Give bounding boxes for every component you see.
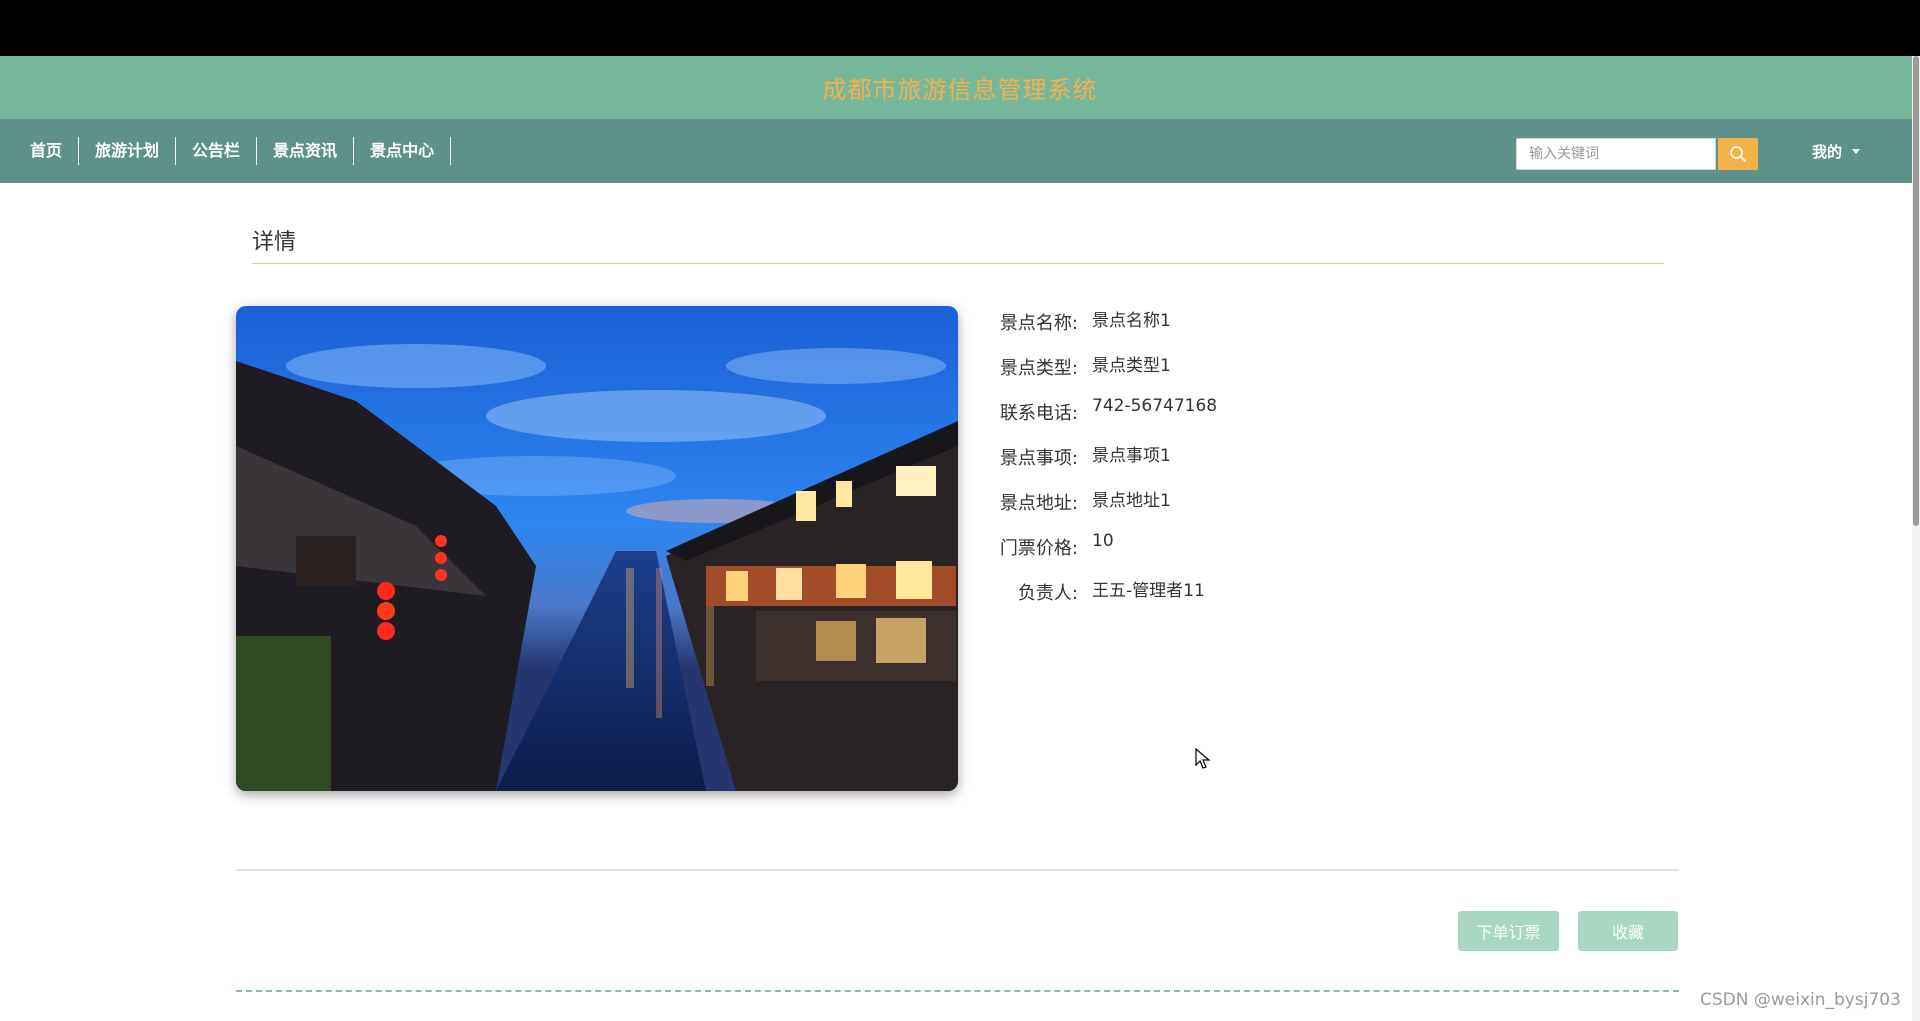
detail-value: 景点事项1: [1092, 446, 1171, 466]
user-menu-label: 我的: [1812, 142, 1843, 161]
search-icon: [1730, 146, 1746, 162]
scenic-photo: [236, 306, 958, 791]
nav-item-home[interactable]: 首页: [14, 137, 80, 165]
detail-row-name: 景点名称: 景点名称1: [980, 303, 1217, 348]
caret-down-icon: [1852, 148, 1861, 154]
detail-row-items: 景点事项: 景点事项1: [980, 438, 1217, 483]
detail-fields: 景点名称: 景点名称1 景点类型: 景点类型1 联系电话: 742-567471…: [980, 303, 1217, 618]
nav-item-travel-plan[interactable]: 旅游计划: [79, 137, 177, 165]
detail-value: 742-56747168: [1092, 396, 1218, 416]
detail-label: 联系电话:: [999, 403, 1078, 424]
page-scrollbar[interactable]: [1912, 56, 1920, 1021]
detail-row-address: 景点地址: 景点地址1: [980, 483, 1217, 528]
nav-links: 首页 旅游计划 公告栏 景点资讯 景点中心: [14, 119, 452, 183]
mouse-cursor-icon: [1195, 748, 1211, 769]
watermark-text: CSDN @weixin_bysj703: [1700, 990, 1901, 1010]
content-divider: [236, 869, 1679, 871]
nav-item-scenic-news[interactable]: 景点资讯: [257, 137, 355, 165]
detail-label: 景点事项:: [999, 448, 1078, 469]
user-menu[interactable]: 我的: [1812, 119, 1861, 183]
detail-row-phone: 联系电话: 742-56747168: [980, 393, 1217, 438]
detail-value: 景点类型1: [1092, 356, 1171, 376]
favorite-button[interactable]: 收藏: [1578, 911, 1678, 951]
search-button[interactable]: [1718, 138, 1758, 170]
search-input[interactable]: [1516, 138, 1716, 170]
section-title: 详情: [252, 230, 297, 255]
detail-value: 王五-管理者11: [1092, 581, 1205, 601]
scrollbar-thumb[interactable]: [1913, 56, 1919, 526]
detail-row-type: 景点类型: 景点类型1: [980, 348, 1217, 393]
detail-label: 景点类型:: [999, 358, 1078, 379]
order-ticket-button[interactable]: 下单订票: [1458, 911, 1559, 951]
nav-item-notice-board[interactable]: 公告栏: [176, 137, 258, 165]
detail-row-price: 门票价格: 10: [980, 528, 1217, 573]
detail-value: 10: [1092, 531, 1114, 551]
detail-value: 景点地址1: [1092, 491, 1171, 511]
detail-label: 景点名称:: [999, 313, 1078, 334]
section-title-underline: [252, 263, 1664, 264]
detail-value: 景点名称1: [1092, 311, 1171, 331]
site-title: 成都市旅游信息管理系统: [822, 76, 1098, 104]
browser-top-bar: [0, 0, 1920, 56]
detail-label: 门票价格:: [999, 538, 1078, 559]
detail-label: 负责人:: [1017, 583, 1078, 604]
nav-item-scenic-center[interactable]: 景点中心: [354, 137, 452, 165]
detail-label: 景点地址:: [999, 493, 1078, 514]
site-banner: 成都市旅游信息管理系统: [0, 56, 1920, 119]
dashed-separator: [236, 990, 1679, 992]
detail-row-manager: 负责人: 王五-管理者11: [980, 573, 1217, 618]
